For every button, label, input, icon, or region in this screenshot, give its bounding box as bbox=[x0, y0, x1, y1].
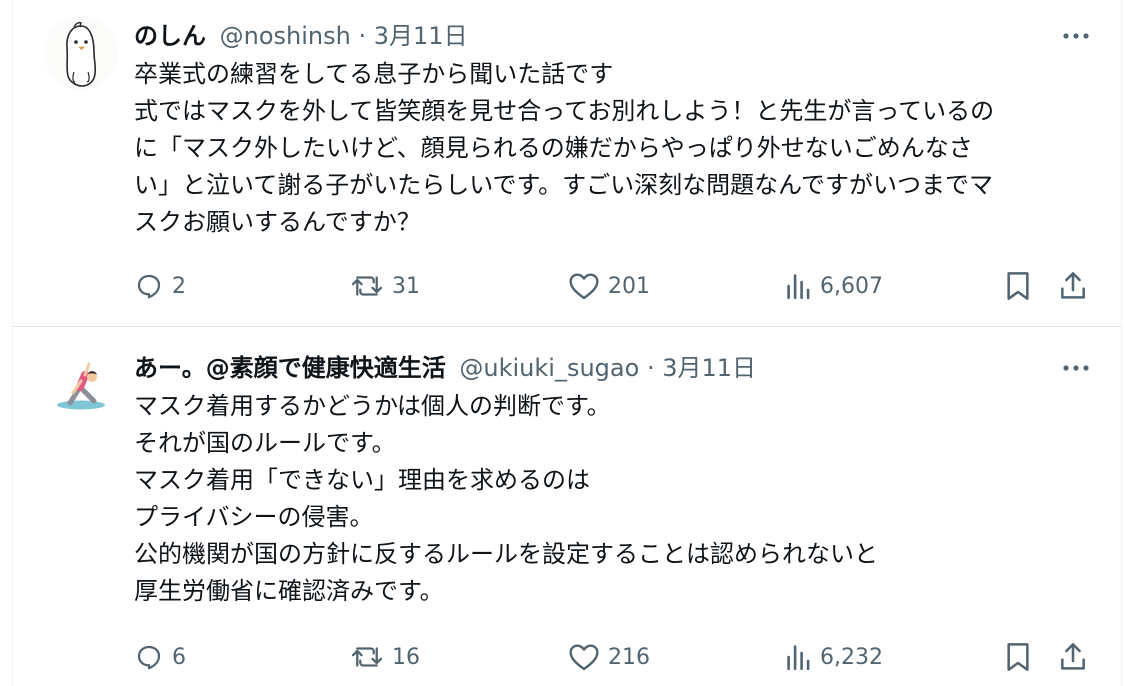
retweet-button[interactable]: 16 bbox=[350, 637, 420, 677]
bookmark-button[interactable] bbox=[1004, 266, 1032, 306]
retweet-icon bbox=[351, 647, 383, 667]
reply-count: 2 bbox=[172, 273, 186, 299]
reply-button[interactable]: 6 bbox=[134, 637, 186, 677]
more-icon bbox=[1063, 365, 1089, 371]
more-button[interactable] bbox=[1058, 350, 1094, 386]
bookmark-icon bbox=[1007, 272, 1029, 300]
reply-icon bbox=[137, 274, 161, 299]
views-button[interactable]: 6,232 bbox=[786, 637, 883, 677]
share-icon bbox=[1061, 643, 1085, 670]
views-button[interactable]: 6,607 bbox=[786, 266, 883, 306]
tweet-feed: のしん @noshinsh · 3月11日 卒業式の練習をしてる息子から聞いた話… bbox=[0, 0, 1125, 686]
avatar[interactable] bbox=[50, 355, 112, 417]
tweet-date[interactable]: 3月11日 bbox=[662, 354, 756, 382]
tweet-actions: 6 16 216 6,232 bbox=[0, 637, 1125, 677]
tweet-date[interactable]: 3月11日 bbox=[374, 22, 468, 50]
tweet-text-line: マスク着用「できない」理由を求めるのは bbox=[134, 466, 590, 494]
tweet-text-line: 厚生労働省に確認済みです。 bbox=[134, 577, 444, 605]
header-separator: · bbox=[646, 354, 655, 382]
tweet-text-line: 式ではマスクを外して皆笑顔を見せ合ってお別れしよう！と先生が言っているの bbox=[134, 97, 995, 125]
header-separator: · bbox=[358, 22, 367, 50]
more-button[interactable] bbox=[1058, 18, 1094, 54]
reply-count: 6 bbox=[172, 644, 186, 670]
bird-avatar-icon bbox=[44, 16, 118, 90]
share-button[interactable] bbox=[1058, 266, 1088, 306]
like-count: 216 bbox=[608, 644, 650, 670]
tweet[interactable]: のしん @noshinsh · 3月11日 卒業式の練習をしてる息子から聞いた話… bbox=[0, 0, 1125, 326]
tweet-text-line: 公的機関が国の方針に反するルールを設定することは認められないと bbox=[134, 540, 878, 568]
like-button[interactable]: 201 bbox=[568, 266, 650, 306]
like-count: 201 bbox=[608, 273, 650, 299]
author-handle[interactable]: @noshinsh bbox=[220, 22, 351, 50]
tweet-header: あー。@素顔で健康快適生活 @ukiuki_sugao · 3月11日 bbox=[134, 350, 756, 386]
bookmark-button[interactable] bbox=[1004, 637, 1032, 677]
tweet-header: のしん @noshinsh · 3月11日 bbox=[134, 18, 468, 54]
analytics-icon bbox=[787, 645, 810, 670]
heart-icon bbox=[569, 273, 599, 300]
tweet-text: 卒業式の練習をしてる息子から聞いた話です 式ではマスクを外して皆笑顔を見せ合って… bbox=[134, 56, 1094, 241]
tweet-text-line: マスク着用するかどうかは個人の判断です。 bbox=[134, 392, 611, 420]
heart-icon bbox=[569, 644, 599, 671]
tweet-text-line: い」と泣いて謝る子がいたらしいです。すごい深刻な問題なんですがいつまでマ bbox=[134, 171, 993, 199]
share-button[interactable] bbox=[1058, 637, 1088, 677]
like-button[interactable]: 216 bbox=[568, 637, 650, 677]
retweet-icon bbox=[351, 276, 383, 296]
reply-button[interactable]: 2 bbox=[134, 266, 186, 306]
views-count: 6,232 bbox=[820, 644, 883, 670]
share-icon bbox=[1061, 272, 1085, 299]
tweet-text-line: 卒業式の練習をしてる息子から聞いた話です bbox=[134, 60, 614, 88]
tweet-text-line: プライバシーの侵害。 bbox=[134, 503, 374, 531]
retweet-count: 31 bbox=[392, 273, 420, 299]
analytics-icon bbox=[787, 274, 810, 299]
tweet-text-line: スクお願いするんですか？ bbox=[134, 208, 421, 236]
retweet-button[interactable]: 31 bbox=[350, 266, 420, 306]
more-icon bbox=[1063, 33, 1089, 39]
author-name[interactable]: のしん bbox=[134, 22, 206, 50]
yoga-person-avatar-icon bbox=[50, 355, 112, 417]
tweet-text-line: それが国のルールです。 bbox=[134, 429, 396, 457]
avatar[interactable] bbox=[44, 16, 118, 90]
tweet-actions: 2 31 201 6,607 bbox=[0, 266, 1125, 306]
author-name[interactable]: あー。@素顔で健康快適生活 bbox=[134, 354, 446, 382]
author-handle[interactable]: @ukiuki_sugao bbox=[459, 354, 639, 382]
bookmark-icon bbox=[1007, 643, 1029, 671]
tweet-text-line: に「マスク外したいけど、顔見られるの嫌だからやっぱり外せないごめんなさ bbox=[134, 134, 973, 162]
retweet-count: 16 bbox=[392, 644, 420, 670]
views-count: 6,607 bbox=[820, 273, 883, 299]
reply-icon bbox=[137, 645, 161, 670]
tweet-text: マスク着用するかどうかは個人の判断です。 それが国のルールです。 マスク着用「で… bbox=[134, 388, 1094, 610]
tweet[interactable]: あー。@素顔で健康快適生活 @ukiuki_sugao · 3月11日 マスク着… bbox=[0, 327, 1125, 686]
